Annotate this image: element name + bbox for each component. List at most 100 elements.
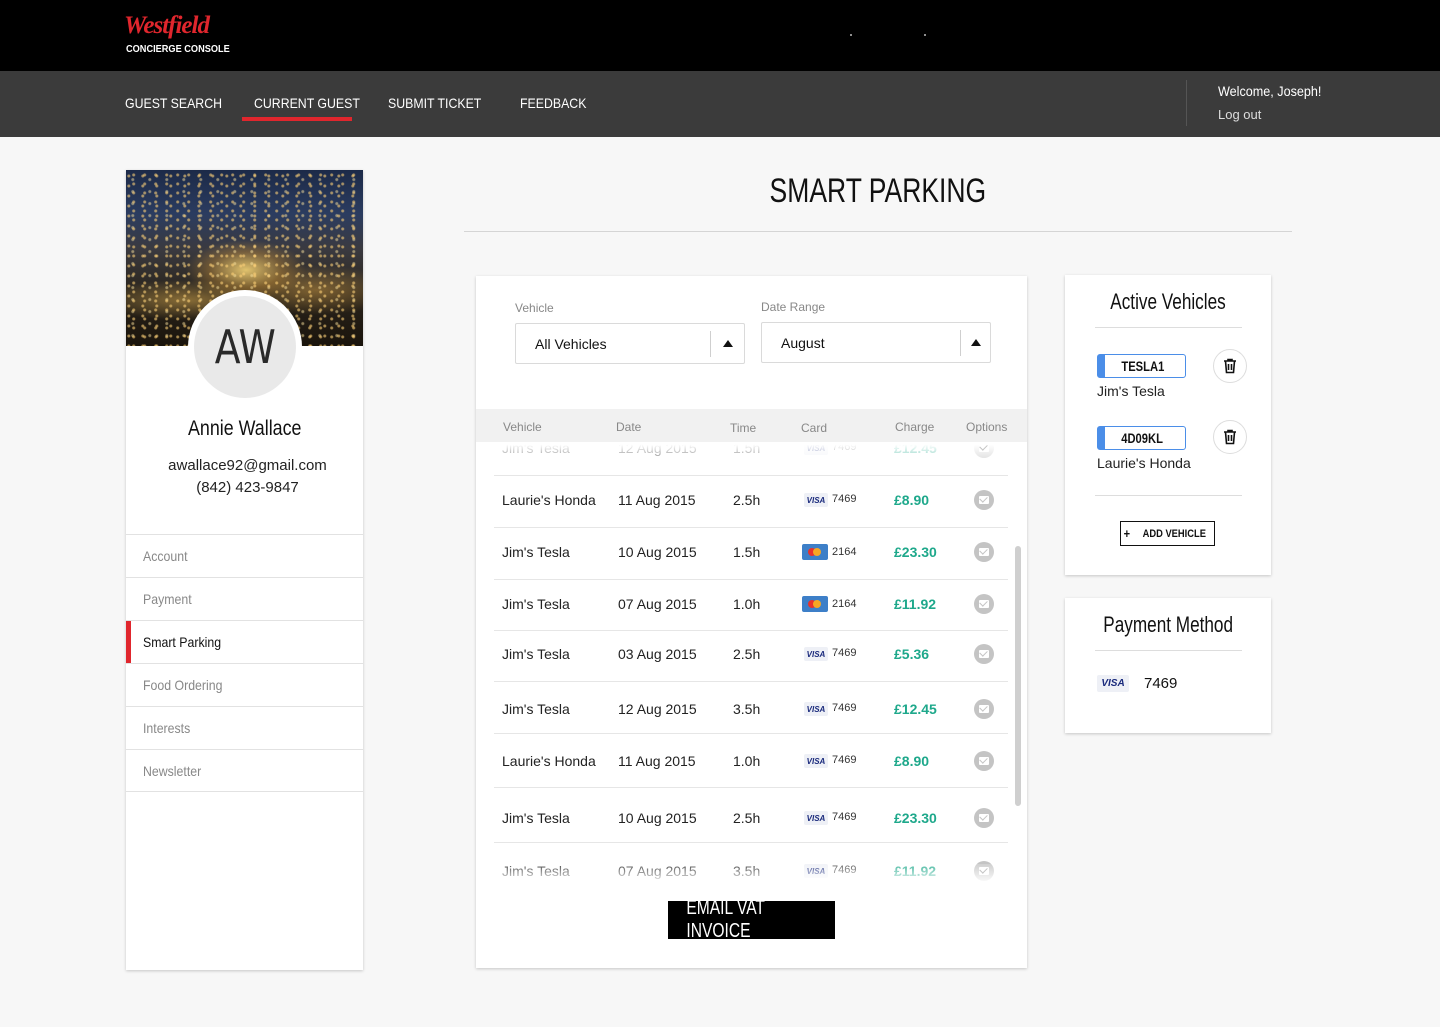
charge-cell: £23.30: [894, 544, 937, 560]
card-last4: 2164: [832, 598, 857, 610]
vehicle-select[interactable]: All Vehicles: [515, 323, 745, 364]
avatar-initials-circle: AW: [194, 296, 296, 398]
nav-divider: [1186, 80, 1187, 126]
date-range-select[interactable]: August: [761, 322, 991, 363]
console-subtitle: CONCIERGE CONSOLE: [126, 44, 230, 55]
side-item-interests[interactable]: Interests: [126, 706, 363, 749]
email-receipt-icon[interactable]: [974, 542, 994, 562]
table-row[interactable]: Jim's Tesla 12 Aug 2015 1.5h VISA 7469 £12.45: [494, 442, 1008, 476]
email-vat-invoice-button[interactable]: EMAIL VAT INVOICE: [668, 897, 835, 942]
vehicle-cell: Jim's Tesla: [502, 863, 570, 879]
nav-guest-search[interactable]: GUEST SEARCH: [125, 95, 222, 111]
table-row[interactable]: Jim's Tesla 07 Aug 2015 1.0h 2164 £11.92: [494, 579, 1008, 631]
charge-cell: £11.92: [894, 596, 937, 612]
charge-cell: £8.90: [894, 492, 930, 508]
card-divider: [1095, 650, 1242, 651]
charge-cell: £12.45: [894, 701, 937, 717]
logout-link[interactable]: Log out: [1218, 107, 1261, 122]
vehicle-cell: Jim's Tesla: [502, 646, 570, 662]
westfield-logo[interactable]: Westfield: [124, 12, 210, 40]
payment-method-title-text: Payment Method: [1103, 612, 1233, 637]
card-last4: 7469: [832, 811, 857, 823]
column-header-time[interactable]: Time: [730, 421, 756, 435]
table-row[interactable]: Laurie's Honda 11 Aug 2015 1.0h VISA 7469 £8.…: [494, 736, 1008, 788]
email-receipt-icon[interactable]: [974, 699, 994, 719]
table-row[interactable]: Jim's Tesla 10 Aug 2015 1.5h 2164 £23.30: [494, 528, 1008, 580]
date-cell: 12 Aug 2015: [618, 701, 697, 717]
column-header-vehicle[interactable]: Vehicle: [503, 420, 542, 434]
nav-feedback[interactable]: FEEDBACK: [520, 95, 586, 111]
guest-profile-card: AW Annie Wallace awallace92@gmail.com (8…: [126, 170, 363, 970]
table-row[interactable]: Jim's Tesla 07 Aug 2015 3.5h VISA 7469 £11.92: [494, 844, 1008, 886]
delete-vehicle-button[interactable]: [1213, 349, 1247, 383]
license-plate-wrap: TESLA1: [1098, 358, 1187, 374]
nav-submit-ticket[interactable]: SUBMIT TICKET: [388, 95, 481, 111]
license-plate: 4D09KL: [1097, 426, 1186, 450]
email-receipt-icon[interactable]: [974, 644, 994, 664]
time-cell: 1.5h: [733, 442, 761, 456]
payment-method-title: Payment Method: [1065, 612, 1271, 638]
vehicle-select-value: All Vehicles: [535, 336, 607, 352]
visa-card-icon: VISA: [804, 702, 828, 716]
date-cell: 10 Aug 2015: [618, 544, 697, 560]
side-item-label: Newsletter: [143, 763, 202, 779]
select-separator: [710, 331, 711, 357]
nav-current-guest[interactable]: CURRENT GUEST: [254, 95, 360, 111]
visa-card-icon: VISA: [1097, 675, 1129, 692]
table-row[interactable]: Jim's Tesla 12 Aug 2015 3.5h VISA 7469 £12.45: [494, 682, 1008, 734]
side-item-food-ordering[interactable]: Food Ordering: [126, 663, 363, 706]
column-header-charge[interactable]: Charge: [895, 420, 934, 434]
mastercard-icon: [802, 544, 828, 560]
charge-cell: £5.36: [894, 646, 930, 662]
avatar-initials: AW: [214, 320, 276, 374]
side-item-label: Smart Parking: [143, 634, 222, 650]
side-item-smart-parking[interactable]: Smart Parking: [126, 620, 363, 664]
table-scrollbar[interactable]: [1015, 546, 1021, 806]
active-nav-indicator: [242, 117, 352, 121]
vehicle-cell: Laurie's Honda: [502, 492, 596, 508]
guest-email: awallace92@gmail.com: [168, 457, 327, 474]
decorative-dot: [924, 34, 926, 36]
table-row[interactable]: Jim's Tesla 10 Aug 2015 2.5h VISA 7469 £23.30: [494, 791, 1008, 843]
column-header-options: Options: [966, 420, 1008, 434]
mastercard-circle-orange: [813, 600, 821, 608]
guest-name: Annie Wallace: [126, 417, 363, 441]
license-plate-text: 4D09KL: [1121, 430, 1164, 446]
charge-cell: £11.92: [894, 863, 937, 879]
vehicle-name: Laurie's Honda: [1097, 455, 1191, 471]
caret-up-icon: [723, 340, 733, 347]
page-title-text: SMART PARKING: [769, 172, 987, 210]
date-range-select-value: August: [781, 335, 825, 351]
side-item-account[interactable]: Account: [126, 534, 363, 577]
mastercard-circle-orange: [813, 548, 821, 556]
add-vehicle-button[interactable]: + ADD VEHICLE: [1120, 521, 1215, 546]
email-receipt-icon[interactable]: [974, 861, 994, 881]
table-row[interactable]: Jim's Tesla 03 Aug 2015 2.5h VISA 7469 £5.36: [494, 630, 1008, 682]
license-plate-text: TESLA1: [1121, 358, 1164, 374]
caret-up-icon: [971, 339, 981, 346]
visa-card-icon: VISA: [804, 647, 828, 661]
email-receipt-icon[interactable]: [974, 442, 994, 458]
vehicle-cell: Jim's Tesla: [502, 701, 570, 717]
table-row[interactable]: Laurie's Honda 11 Aug 2015 2.5h VISA 7469 £8.…: [494, 476, 1008, 528]
charge-cell: £8.90: [894, 753, 930, 769]
guest-phone: (842) 423-9847: [196, 479, 299, 496]
column-header-date[interactable]: Date: [616, 420, 641, 434]
trash-icon: [1224, 429, 1236, 445]
vehicle-cell: Jim's Tesla: [502, 544, 570, 560]
email-receipt-icon[interactable]: [974, 594, 994, 614]
side-item-payment[interactable]: Payment: [126, 577, 363, 620]
email-receipt-icon[interactable]: [974, 808, 994, 828]
side-item-newsletter[interactable]: Newsletter: [126, 749, 363, 792]
delete-vehicle-button[interactable]: [1213, 420, 1247, 454]
card-divider: [1095, 327, 1242, 328]
time-cell: 3.5h: [733, 701, 761, 717]
parking-table-body: Jim's Tesla 12 Aug 2015 1.5h VISA 7469 £12.45…: [494, 442, 1008, 886]
time-cell: 2.5h: [733, 492, 761, 508]
email-receipt-icon[interactable]: [974, 490, 994, 510]
email-receipt-icon[interactable]: [974, 751, 994, 771]
column-header-card[interactable]: Card: [801, 421, 827, 435]
date-cell: 07 Aug 2015: [618, 596, 697, 612]
card-last4: 7469: [832, 442, 857, 453]
time-cell: 1.0h: [733, 596, 761, 612]
